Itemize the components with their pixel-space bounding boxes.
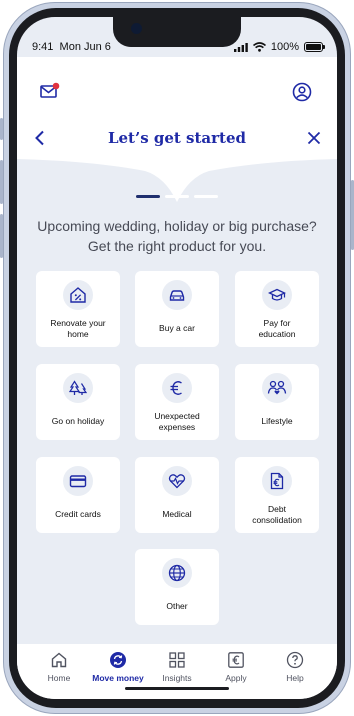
status-icons: 100%: [233, 41, 325, 53]
progress-step-3: [194, 195, 218, 198]
volume-down-button: [0, 214, 3, 258]
volume-up-button: [0, 160, 3, 204]
home-icon: [51, 652, 67, 668]
people-icon: [267, 380, 287, 395]
car-icon: [169, 290, 185, 301]
option-icon-circle: [162, 558, 192, 588]
status-time: 9:41 Mon Jun 6: [32, 41, 111, 53]
heart-pulse-icon: [168, 474, 186, 489]
close-button[interactable]: [303, 127, 325, 149]
option-credit-cards[interactable]: Credit cards: [36, 457, 120, 533]
progress-step-2: [165, 195, 189, 198]
globe-icon: [168, 564, 186, 582]
house-percent-icon: [70, 287, 86, 303]
euro-document-icon: [270, 472, 284, 490]
euro-square-icon: [228, 652, 244, 668]
option-icon-circle: [162, 280, 192, 310]
option-label: Debt consolidation: [252, 504, 302, 525]
mail-icon: [40, 82, 60, 98]
option-debt-consolidation[interactable]: Debt consolidation: [235, 457, 319, 533]
option-pay-education[interactable]: Pay for education: [235, 271, 319, 347]
signal-icon: [233, 42, 248, 52]
tab-move-money[interactable]: Move money: [88, 650, 148, 683]
home-indicator: [125, 687, 229, 690]
option-medical[interactable]: Medical: [135, 457, 219, 533]
option-label: Buy a car: [159, 323, 195, 334]
notch: [113, 17, 241, 47]
trees-icon: [69, 380, 87, 395]
option-icon-circle: [262, 373, 292, 403]
tab-apply[interactable]: Apply: [206, 650, 266, 683]
option-icon-circle: [162, 466, 192, 496]
battery-icon: [304, 42, 325, 52]
option-icon-circle: [162, 373, 192, 403]
tab-help[interactable]: Help: [265, 650, 325, 683]
profile-icon: [292, 82, 312, 102]
option-icon-circle: [63, 373, 93, 403]
wifi-icon: [252, 42, 266, 52]
option-label: Pay for education: [258, 318, 296, 339]
option-label: Renovate your home: [50, 318, 106, 339]
option-go-on-holiday[interactable]: Go on holiday: [36, 364, 120, 440]
option-label: Go on holiday: [51, 416, 105, 427]
mail-button[interactable]: [38, 81, 62, 101]
option-label: Unexpected expenses: [154, 411, 200, 432]
intro-line-2: Get the right product for you.: [87, 238, 267, 254]
option-icon-circle: [63, 466, 93, 496]
app-header: Let’s get started: [17, 57, 337, 202]
option-buy-car[interactable]: Buy a car: [135, 271, 219, 347]
tab-insights[interactable]: Insights: [147, 650, 207, 683]
option-other[interactable]: Other: [135, 549, 219, 625]
profile-button[interactable]: [291, 81, 313, 103]
tab-home[interactable]: Home: [29, 650, 89, 683]
option-label: Medical: [162, 509, 192, 520]
app-screen: 9:41 Mon Jun 6 100% Let’s get started Up…: [17, 17, 337, 699]
battery-percent: 100%: [270, 41, 299, 53]
option-label: Lifestyle: [261, 416, 293, 427]
help-icon: [286, 651, 304, 669]
credit-card-icon: [69, 475, 87, 488]
close-icon: [307, 131, 321, 145]
mute-switch: [0, 118, 3, 140]
option-icon-circle: [63, 280, 93, 310]
option-unexpected-expenses[interactable]: Unexpected expenses: [135, 364, 219, 440]
intro-text: Upcoming wedding, holiday or big purchas…: [27, 216, 327, 256]
option-renovate-home[interactable]: Renovate your home: [36, 271, 120, 347]
option-label: Credit cards: [55, 509, 101, 520]
euro-icon: [170, 381, 182, 395]
camera: [131, 23, 142, 34]
progress-step-1: [136, 195, 160, 198]
option-lifestyle[interactable]: Lifestyle: [235, 364, 319, 440]
grid-icon: [169, 652, 185, 668]
graduation-cap-icon: [268, 288, 286, 301]
intro-line-1: Upcoming wedding, holiday or big purchas…: [37, 218, 317, 234]
option-icon-circle: [262, 280, 292, 310]
option-icon-circle: [262, 466, 292, 496]
bottom-tab-bar: Home Move money Insights Apply Help: [17, 644, 337, 699]
transfer-icon: [110, 652, 126, 668]
option-label: Other: [166, 601, 188, 612]
page-title: Let’s get started: [107, 129, 247, 147]
step-progress: [136, 195, 218, 198]
